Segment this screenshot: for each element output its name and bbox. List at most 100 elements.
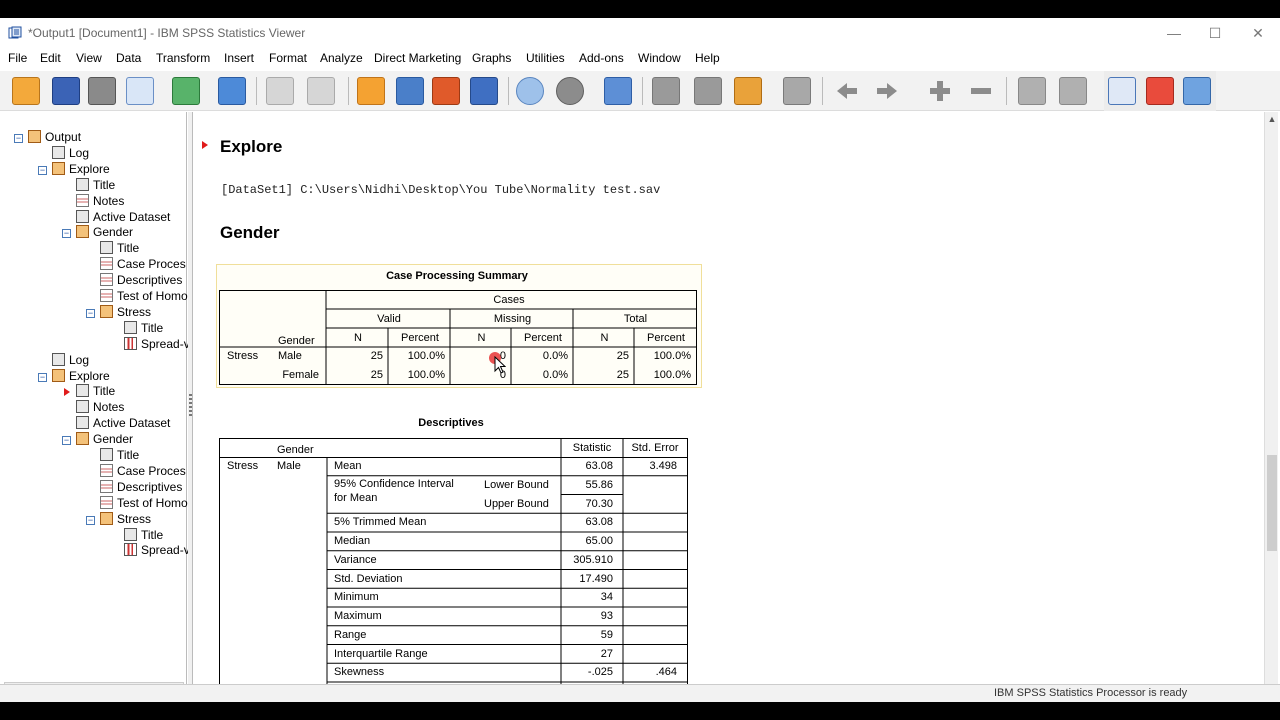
previous-icon[interactable] xyxy=(833,77,861,105)
designate-window-icon[interactable] xyxy=(652,77,680,105)
outline-item[interactable]: Test of Homo xyxy=(100,495,188,512)
export-icon[interactable] xyxy=(172,77,200,105)
close-button[interactable]: ✕ xyxy=(1249,24,1267,42)
menu-view[interactable]: View xyxy=(76,51,102,65)
collapse-minus-icon[interactable] xyxy=(967,77,995,105)
collapse-node-icon[interactable]: − xyxy=(38,165,47,175)
outline-item[interactable]: Stress xyxy=(100,304,151,321)
insert-output-icon[interactable] xyxy=(432,77,460,105)
outline-item[interactable]: Spread-v xyxy=(124,543,190,559)
menu-graphs[interactable]: Graphs xyxy=(472,51,511,65)
explore-heading[interactable]: Explore xyxy=(220,137,282,157)
page-setup-icon[interactable] xyxy=(1018,77,1046,105)
splitter-grip[interactable] xyxy=(189,394,192,416)
collapse-node-icon[interactable]: − xyxy=(38,372,47,382)
outline-item[interactable]: Case Proces xyxy=(100,463,186,480)
scroll-up-icon[interactable]: ▲ xyxy=(1265,112,1279,126)
open-icon[interactable] xyxy=(12,77,40,105)
outline-item[interactable]: Descriptives xyxy=(100,479,182,496)
pane-splitter[interactable] xyxy=(188,112,193,702)
menu-direct-marketing[interactable]: Direct Marketing xyxy=(374,51,461,65)
print-icon[interactable] xyxy=(88,77,116,105)
outline-item[interactable]: Output xyxy=(28,130,81,146)
scroll-thumb[interactable] xyxy=(1267,455,1277,551)
desc-row-sublabel: Lower Bound xyxy=(484,478,549,491)
maximize-button[interactable]: ☐ xyxy=(1206,24,1224,42)
outline-item[interactable]: Title xyxy=(124,320,163,337)
redo-icon[interactable] xyxy=(307,77,335,105)
collapse-node-icon[interactable]: − xyxy=(14,134,23,143)
insert-text-icon[interactable] xyxy=(1183,77,1211,105)
outline-item[interactable]: Title xyxy=(124,527,163,544)
gender-col-label: Gender xyxy=(278,335,315,347)
collapse-node-icon[interactable]: − xyxy=(86,515,95,525)
menu-transform[interactable]: Transform xyxy=(156,51,210,65)
collapse-node-icon[interactable]: − xyxy=(86,308,95,318)
text-page-icon xyxy=(52,145,65,159)
expand-plus-icon[interactable] xyxy=(926,77,954,105)
text-page-icon xyxy=(52,352,65,366)
insert-title-icon[interactable] xyxy=(1146,77,1174,105)
desc-row-label: 5% Trimmed Mean xyxy=(334,516,427,529)
outline-item[interactable]: Gender xyxy=(76,225,133,241)
insert-heading-icon[interactable] xyxy=(1108,77,1136,105)
outline-item[interactable]: Descriptives xyxy=(100,273,182,289)
table-icon xyxy=(100,273,113,287)
promote-icon[interactable] xyxy=(694,77,722,105)
print-preview-icon[interactable] xyxy=(126,77,154,105)
menu-help[interactable]: Help xyxy=(695,51,720,65)
demote-icon[interactable] xyxy=(734,77,762,105)
menu-analyze[interactable]: Analyze xyxy=(320,51,363,65)
outline-item[interactable]: Test of Homo xyxy=(100,289,188,305)
menu-insert[interactable]: Insert xyxy=(224,51,254,65)
goto-variable-icon[interactable] xyxy=(396,77,424,105)
outline-item[interactable]: Active Dataset xyxy=(76,209,170,226)
outline-item[interactable]: Title xyxy=(76,384,115,400)
outline-item[interactable]: Gender xyxy=(76,432,133,448)
text-page-icon xyxy=(76,400,89,414)
undo-icon[interactable] xyxy=(266,77,294,105)
menu-edit[interactable]: Edit xyxy=(40,51,61,65)
gender-heading[interactable]: Gender xyxy=(220,223,280,243)
variables-icon[interactable] xyxy=(470,77,498,105)
goto-case-icon[interactable] xyxy=(357,77,385,105)
menu-add-ons[interactable]: Add-ons xyxy=(579,51,624,65)
status-bar: IBM SPSS Statistics Processor is ready xyxy=(0,684,1280,702)
use-sets-icon[interactable] xyxy=(604,77,632,105)
vertical-scrollbar[interactable]: ▲ ▼ xyxy=(1264,112,1278,702)
menu-utilities[interactable]: Utilities xyxy=(526,51,565,65)
select-cases-icon[interactable] xyxy=(516,77,544,105)
value-labels-icon[interactable] xyxy=(556,77,584,105)
outline-item[interactable]: Explore xyxy=(52,368,110,385)
outline-item[interactable]: Stress xyxy=(100,511,151,528)
outline-item[interactable]: Notes xyxy=(76,400,124,416)
toolbar-separator xyxy=(642,77,643,105)
outline-item[interactable]: Notes xyxy=(76,193,124,210)
outline-item[interactable]: Log xyxy=(52,145,89,162)
menu-data[interactable]: Data xyxy=(116,51,141,65)
menu-file[interactable]: File xyxy=(8,51,27,65)
toolbar-separator xyxy=(348,77,349,105)
expand-icon[interactable] xyxy=(783,77,811,105)
menu-bar: File Edit View Data Transform Insert For… xyxy=(0,48,1280,70)
outline-item[interactable]: Active Dataset xyxy=(76,416,170,432)
object-icon[interactable] xyxy=(1059,77,1087,105)
save-icon[interactable] xyxy=(52,77,80,105)
outline-item[interactable]: Title xyxy=(100,448,139,464)
desc-statistic: 63.08 xyxy=(585,516,613,529)
outline-item[interactable]: Title xyxy=(100,241,139,257)
outline-item[interactable]: Log xyxy=(52,352,89,369)
menu-format[interactable]: Format xyxy=(269,51,307,65)
menu-window[interactable]: Window xyxy=(638,51,681,65)
outline-item[interactable]: Title xyxy=(76,177,115,194)
minimize-button[interactable]: — xyxy=(1165,24,1183,42)
outline-item-label: Title xyxy=(117,448,140,462)
outline-item[interactable]: Spread-v xyxy=(124,336,190,353)
dialog-recall-icon[interactable] xyxy=(218,77,246,105)
outline-item[interactable]: Explore xyxy=(52,161,110,178)
next-icon[interactable] xyxy=(873,77,901,105)
collapse-node-icon[interactable]: − xyxy=(62,229,71,239)
outline-item[interactable]: Case Proces xyxy=(100,257,186,273)
dataset-path[interactable]: [DataSet1] C:\Users\Nidhi\Desktop\You Tu… xyxy=(221,183,660,197)
collapse-node-icon[interactable]: − xyxy=(62,436,71,446)
